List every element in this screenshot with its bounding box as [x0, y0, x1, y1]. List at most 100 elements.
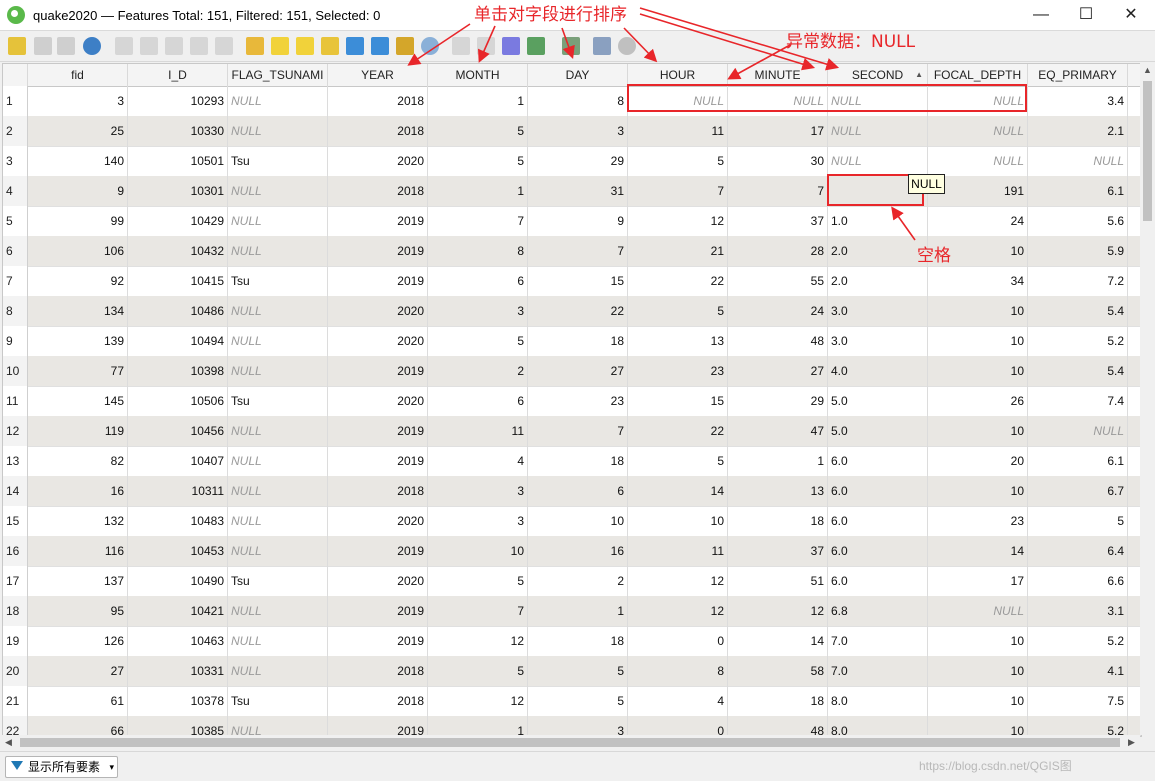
table-row[interactable]: 20 27 10331 NULL 2018 5 5 8 58 7.0 10 4.1 — [3, 656, 1141, 687]
cell-i_d[interactable]: 10494 — [128, 326, 228, 356]
cell-flag[interactable]: Tsu — [228, 686, 328, 716]
cell-depth[interactable]: NULL — [928, 596, 1028, 626]
cell-hour[interactable]: 5 — [628, 296, 728, 326]
cell-month[interactable]: 5 — [428, 146, 528, 176]
cell-second[interactable]: 1.0 — [828, 206, 928, 236]
move-selection-to-top-icon[interactable] — [371, 37, 389, 55]
cell-day[interactable]: 29 — [528, 146, 628, 176]
cell-day[interactable]: 22 — [528, 296, 628, 326]
delete-feature-icon[interactable] — [140, 37, 158, 55]
row-header[interactable]: 18 — [3, 596, 28, 626]
cell-day[interactable]: 31 — [528, 176, 628, 206]
cell-flag[interactable]: NULL — [228, 536, 328, 566]
cell-hour[interactable]: 14 — [628, 476, 728, 506]
cell-fid[interactable]: 139 — [28, 326, 128, 356]
cell-depth[interactable]: 10 — [928, 476, 1028, 506]
cell-minute[interactable]: 37 — [728, 206, 828, 236]
cell-flag[interactable]: NULL — [228, 656, 328, 686]
cell-minute[interactable]: 30 — [728, 146, 828, 176]
cell-flag[interactable]: NULL — [228, 716, 328, 736]
cell-fid[interactable]: 99 — [28, 206, 128, 236]
table-row[interactable]: 13 82 10407 NULL 2019 4 18 5 1 6.0 20 6.1 — [3, 446, 1141, 477]
cell-depth[interactable]: NULL — [928, 116, 1028, 146]
table-row[interactable]: 12 119 10456 NULL 2019 11 7 22 47 5.0 10 NULL — [3, 416, 1141, 447]
cell-month[interactable]: 5 — [428, 326, 528, 356]
cell-year[interactable]: 2019 — [328, 446, 428, 476]
cell-flag[interactable]: NULL — [228, 626, 328, 656]
cell-hour[interactable]: 11 — [628, 536, 728, 566]
cell-minute[interactable]: 7 — [728, 176, 828, 206]
cell-second[interactable]: 5.0 — [828, 386, 928, 416]
cell-minute[interactable]: 48 — [728, 716, 828, 736]
cell-minute[interactable]: 47 — [728, 416, 828, 446]
cell-second[interactable]: 2.0 — [828, 266, 928, 296]
cell-year[interactable]: 2019 — [328, 536, 428, 566]
cell-second[interactable]: 4.0 — [828, 356, 928, 386]
table-row[interactable]: 18 95 10421 NULL 2019 7 1 12 12 6.8 NULL 3.1 — [3, 596, 1141, 627]
cell-i_d[interactable]: 10456 — [128, 416, 228, 446]
cell-year[interactable]: 2018 — [328, 686, 428, 716]
cell-month[interactable]: 1 — [428, 716, 528, 736]
cell-day[interactable]: 18 — [528, 446, 628, 476]
corner-cell[interactable] — [3, 64, 28, 86]
cell-flag[interactable]: NULL — [228, 446, 328, 476]
cell-day[interactable]: 18 — [528, 626, 628, 656]
cell-i_d[interactable]: 10378 — [128, 686, 228, 716]
table-row[interactable]: 9 139 10494 NULL 2020 5 18 13 48 3.0 10 5.2 — [3, 326, 1141, 357]
cell-month[interactable]: 6 — [428, 386, 528, 416]
settings-icon[interactable] — [618, 37, 636, 55]
cell-second[interactable]: NULL — [828, 116, 928, 146]
cell-month[interactable]: 7 — [428, 206, 528, 236]
cell-second[interactable]: 2.0 — [828, 236, 928, 266]
multi-edit-icon[interactable] — [34, 37, 52, 55]
filter-select-icon[interactable] — [346, 37, 364, 55]
save-edits-icon[interactable] — [57, 37, 75, 55]
cell-minute[interactable]: 1 — [728, 446, 828, 476]
row-header[interactable]: 10 — [3, 356, 28, 386]
cell-depth[interactable]: 10 — [928, 326, 1028, 356]
cell-hour[interactable]: 12 — [628, 206, 728, 236]
cell-eq[interactable]: 5.2 — [1028, 626, 1128, 656]
scroll-up-icon[interactable]: ▲ — [1143, 65, 1152, 75]
cell-minute[interactable]: 29 — [728, 386, 828, 416]
cell-year[interactable]: 2019 — [328, 266, 428, 296]
cell-flag[interactable]: NULL — [228, 506, 328, 536]
deselect-all-icon[interactable] — [321, 37, 339, 55]
cell-day[interactable]: 8 — [528, 86, 628, 116]
table-row[interactable]: 11 145 10506 Tsu 2020 6 23 15 29 5.0 26 7.4 — [3, 386, 1141, 417]
cell-i_d[interactable]: 10385 — [128, 716, 228, 736]
cell-hour[interactable]: 5 — [628, 446, 728, 476]
row-header[interactable]: 14 — [3, 476, 28, 506]
cell-depth[interactable]: 10 — [928, 716, 1028, 736]
cell-eq[interactable]: NULL — [1028, 146, 1128, 176]
cell-month[interactable]: 10 — [428, 536, 528, 566]
cell-depth[interactable]: 23 — [928, 506, 1028, 536]
cell-minute[interactable]: 17 — [728, 116, 828, 146]
cell-month[interactable]: 6 — [428, 266, 528, 296]
column-header-flag-tsunami[interactable]: FLAG_TSUNAMI — [228, 64, 328, 86]
cell-depth[interactable]: 10 — [928, 296, 1028, 326]
horizontal-scrollbar[interactable]: ◀ ▶ — [2, 735, 1140, 750]
cell-year[interactable]: 2020 — [328, 566, 428, 596]
column-header-year[interactable]: YEAR — [328, 64, 428, 86]
cell-day[interactable]: 9 — [528, 206, 628, 236]
invert-selection-icon[interactable] — [296, 37, 314, 55]
cell-flag[interactable]: Tsu — [228, 566, 328, 596]
cell-fid[interactable]: 126 — [28, 626, 128, 656]
select-all-icon[interactable] — [271, 37, 289, 55]
cell-second[interactable]: 5.0 — [828, 416, 928, 446]
cell-minute[interactable]: 18 — [728, 506, 828, 536]
cell-hour[interactable]: 23 — [628, 356, 728, 386]
cell-i_d[interactable]: 10501 — [128, 146, 228, 176]
cell-i_d[interactable]: 10421 — [128, 596, 228, 626]
table-row[interactable]: 15 132 10483 NULL 2020 3 10 10 18 6.0 23 5 — [3, 506, 1141, 537]
cell-i_d[interactable]: 10330 — [128, 116, 228, 146]
cell-fid[interactable]: 27 — [28, 656, 128, 686]
cell-depth[interactable]: 24 — [928, 206, 1028, 236]
row-header[interactable]: 1 — [3, 86, 28, 116]
cell-eq[interactable]: 5.2 — [1028, 326, 1128, 356]
cell-i_d[interactable]: 10483 — [128, 506, 228, 536]
table-row[interactable]: 14 16 10311 NULL 2018 3 6 14 13 6.0 10 6.7 — [3, 476, 1141, 507]
cell-i_d[interactable]: 10463 — [128, 626, 228, 656]
cell-year[interactable]: 2020 — [328, 296, 428, 326]
